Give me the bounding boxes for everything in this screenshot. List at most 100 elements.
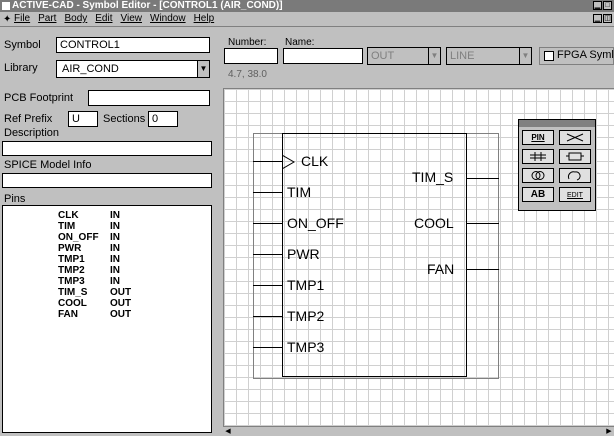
- pin-line-clk[interactable]: [253, 161, 282, 162]
- minimize-button[interactable]: ▁: [593, 1, 602, 10]
- symbol-field[interactable]: CONTROL1: [56, 37, 210, 53]
- cross-lines-icon: [566, 133, 584, 142]
- arc-icon: [568, 171, 581, 181]
- chevron-down-icon[interactable]: ▼: [519, 48, 531, 64]
- description-field[interactable]: [2, 141, 212, 156]
- text-tool-label: AB: [530, 189, 546, 200]
- scroll-right-icon[interactable]: ▶: [604, 427, 614, 436]
- number-field[interactable]: [224, 48, 278, 64]
- menu-window[interactable]: Window: [150, 12, 186, 26]
- clock-indicator-icon: [282, 154, 295, 170]
- list-item[interactable]: PWR IN: [58, 243, 120, 254]
- list-item[interactable]: FAN OUT: [58, 309, 131, 320]
- symbol-canvas[interactable]: CLK TIM ON_OFF PWR TMP1 TMP2 TMP3 TIM_S …: [223, 88, 614, 426]
- pcb-footprint-field[interactable]: [88, 90, 210, 106]
- list-item[interactable]: COOL OUT: [58, 298, 131, 309]
- list-item[interactable]: TMP3 IN: [58, 276, 120, 287]
- ref-prefix-label: Ref Prefix: [4, 113, 53, 125]
- chevron-down-icon[interactable]: ▼: [428, 48, 440, 64]
- list-item[interactable]: TIM_S OUT: [58, 287, 131, 298]
- pin-tool-button[interactable]: PIN: [522, 130, 554, 145]
- pin-label-tmp3: TMP3: [287, 339, 325, 355]
- menu-body[interactable]: Body: [64, 12, 87, 26]
- description-label: Description: [4, 127, 60, 139]
- pin-label-tmp2: TMP2: [287, 308, 325, 324]
- doc-restore-button[interactable]: ◫: [603, 14, 612, 23]
- name-field[interactable]: [283, 48, 363, 64]
- pin-line-on-off[interactable]: [253, 223, 282, 224]
- pin-line-tim-s[interactable]: [467, 178, 499, 179]
- library-value: AIR_COND: [62, 63, 119, 75]
- pin-shape-dropdown[interactable]: LINE ▼: [446, 47, 532, 65]
- horizontal-scrollbar[interactable]: ◀ ▶: [223, 426, 614, 436]
- fpga-checkbox[interactable]: [544, 51, 554, 61]
- app-icon: [2, 2, 10, 10]
- scroll-left-icon[interactable]: ◀: [223, 427, 233, 436]
- pins-list[interactable]: CLK IN TIM IN ON_OFF IN PWR IN TMP1 IN TMP2 IN…: [2, 205, 212, 433]
- bus-tool-button[interactable]: [522, 149, 554, 164]
- rectangle-tool-button[interactable]: [559, 149, 591, 164]
- menu-edit[interactable]: Edit: [95, 12, 112, 26]
- pin-line-tmp2[interactable]: [253, 316, 282, 317]
- circle-tool-button[interactable]: [522, 168, 554, 183]
- cursor-coordinates: 4.7, 38.0: [228, 69, 267, 80]
- name-label: Name:: [285, 37, 315, 48]
- grid-hash-icon: [530, 152, 546, 161]
- pin-line-tmp1[interactable]: [253, 285, 282, 286]
- menu-help[interactable]: Help: [194, 12, 215, 26]
- drawing-tool-palette: PIN AB EDIT: [518, 119, 596, 211]
- pin-type-dropdown[interactable]: OUT ▼: [367, 47, 441, 65]
- list-item[interactable]: CLK IN: [58, 210, 120, 221]
- edit-tool-button[interactable]: EDIT: [559, 187, 591, 202]
- pin-line-cool[interactable]: [467, 223, 499, 224]
- pin-line-tim[interactable]: [253, 192, 282, 193]
- pin-tool-label: PIN: [531, 133, 545, 142]
- line-tool-button[interactable]: [559, 130, 591, 145]
- list-item[interactable]: TIM IN: [58, 221, 120, 232]
- pin-line-pwr[interactable]: [253, 254, 282, 255]
- chevron-down-icon[interactable]: ▼: [197, 61, 209, 77]
- doc-minimize-button[interactable]: ▁: [593, 14, 602, 23]
- palette-title-bar[interactable]: [519, 120, 595, 127]
- pin-type-value: OUT: [371, 50, 395, 62]
- pin-label-pwr: PWR: [287, 246, 320, 262]
- circles-icon: [531, 171, 545, 180]
- symbol-properties-panel: Symbol CONTROL1 Library AIR_COND ▼ PCB F…: [0, 37, 220, 436]
- library-dropdown[interactable]: AIR_COND ▼: [56, 60, 210, 78]
- fpga-symbol-label: FPGA Syml: [557, 49, 614, 61]
- spice-model-label: SPICE Model Info: [4, 159, 92, 171]
- menu-bar: ✦ File Part Body Edit View Window Help ▁…: [0, 12, 614, 27]
- fpga-symbol-group: FPGA Syml: [539, 47, 614, 65]
- menu-part[interactable]: Part: [38, 12, 56, 26]
- list-item[interactable]: TMP2 IN: [58, 265, 120, 276]
- title-bar: ACTIVE-CAD - Symbol Editor - [CONTROL1 (…: [0, 0, 614, 12]
- pin-line-tmp3[interactable]: [253, 347, 282, 348]
- pin-label-on-off: ON_OFF: [287, 215, 344, 231]
- list-item[interactable]: TMP1 IN: [58, 254, 120, 265]
- symbol-label: Symbol: [4, 39, 41, 51]
- arc-tool-button[interactable]: [559, 168, 591, 183]
- sections-field[interactable]: 0: [148, 111, 178, 127]
- edit-tool-label: EDIT: [567, 192, 583, 199]
- maximize-button[interactable]: □: [603, 1, 612, 10]
- pin-shape-value: LINE: [450, 50, 475, 62]
- ref-prefix-field[interactable]: U: [68, 111, 98, 127]
- spice-model-field[interactable]: [2, 173, 212, 188]
- text-tool-button[interactable]: AB: [522, 187, 554, 202]
- document-window-controls: ▁ ◫: [593, 14, 612, 23]
- sections-label: Sections: [103, 113, 146, 125]
- pin-label-clk: CLK: [301, 153, 329, 169]
- number-label: Number:: [228, 37, 267, 48]
- pin-label-cool: COOL: [414, 215, 454, 231]
- system-menu-icon[interactable]: ✦: [3, 13, 11, 27]
- menu-file[interactable]: File: [14, 12, 30, 26]
- pin-label-tmp1: TMP1: [287, 277, 325, 293]
- list-item[interactable]: ON_OFF IN: [58, 232, 120, 243]
- pin-editor-bar: Number: Name: OUT ▼ LINE ▼ FPGA Syml 4.7…: [222, 37, 614, 81]
- pins-label: Pins: [4, 193, 26, 205]
- rectangle-icon: [566, 152, 584, 161]
- pin-label-tim: TIM: [287, 184, 312, 200]
- pin-line-fan[interactable]: [467, 269, 499, 270]
- menu-view[interactable]: View: [121, 12, 143, 26]
- window-title: ACTIVE-CAD - Symbol Editor - [CONTROL1 (…: [12, 0, 283, 11]
